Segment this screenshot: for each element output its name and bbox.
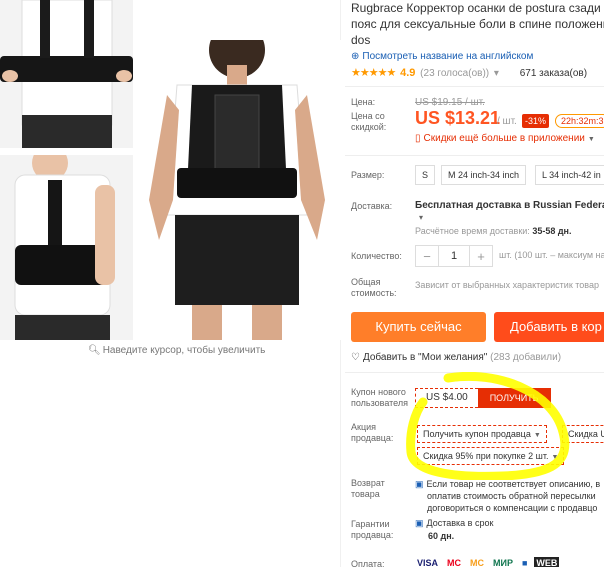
seller-coupon-dropdown[interactable]: Получить купон продавца ▼ [417,425,547,443]
price-unit: / шт. [497,116,517,127]
delivery-time-label: Расчётное время доставки: [415,226,530,236]
bank-card-icon: ■ [521,558,528,567]
globe-icon: ⊕ [351,51,360,62]
get-coupon-button[interactable]: ПОЛУЧИТЬ [477,388,551,408]
magnifier-icon: 🔍︎ [88,345,101,356]
shipping-selector[interactable]: Бесплатная доставка в Russian Federation [415,200,604,211]
guarantee-days: 60 дн. [428,531,455,541]
bulk-discount-dropdown[interactable]: Скидка 95% при покупке 2 шт. ▼ [417,447,565,465]
increase-button[interactable]: + [470,249,492,264]
payment-methods: VISA MC MC МИР ■ WEB [415,557,560,567]
chevron-down-icon: ▼ [551,454,559,461]
title-line-2: пояс для сексуальные боли в спине положе… [351,17,604,31]
total-note: Зависит от выбранных характеристик товар [415,280,599,290]
product-info-panel: Rugbrace Корректор осанки de postura сза… [345,0,604,567]
returns-info: ▣ Если товар не соответствует описанию, в… [415,478,604,514]
size-label: Размер: [351,170,385,180]
decrease-button[interactable]: − [416,249,438,264]
main-product-image[interactable] [137,40,342,340]
old-price: US $19.15 / шт. [415,97,485,108]
translate-link[interactable]: ⊕ Посмотреть название на английском [351,51,533,62]
new-user-coupon-label: Купон нового пользователя [351,387,408,408]
discount-price-label: Цена со скидкой: [351,111,387,132]
wishlist-button[interactable]: ♡ Добавить в "Мои желания" (283 добавили) [351,352,561,363]
seller-discount-dropdown[interactable]: Скидка U [562,425,604,443]
rating-value: 4.9 [400,67,416,79]
title-line-1: Rugbrace Корректор осанки de postura сза… [351,1,604,15]
shipping-value[interactable]: Бесплатная доставка в Russian Federation [415,200,604,211]
mir-icon: МИР [493,558,513,567]
heart-icon: ♡ [351,352,360,363]
bulk-discount-text[interactable]: Скидка 95% при покупке 2 шт. [423,451,548,461]
guarantee-info: ▣ Доставка в срок [415,518,493,529]
seller-coupon-text[interactable]: Получить купон продавца [423,429,531,439]
app-discount-text[interactable]: Скидки ещё больше в приложении [424,133,585,144]
seller-discount-text[interactable]: Скидка U [568,429,604,439]
chevron-down-icon[interactable]: ▾ [415,212,423,223]
divider [345,372,604,373]
price-label: Цена: [351,97,376,107]
countdown-timer: 22h:32m:3 [555,114,604,128]
translate-link-text[interactable]: Посмотреть название на английском [362,51,533,62]
chevron-down-icon: ▼ [587,136,595,143]
visa-icon: VISA [417,558,439,567]
thumbnail-front-belt[interactable] [0,0,133,148]
discount-badge: -31% [522,114,550,128]
chevron-down-icon: ▼ [533,432,541,439]
thumbnail-side-view[interactable] [0,155,133,340]
orders-count: 671 заказа(ов) [519,68,588,79]
new-user-coupon: US $4.00 ПОЛУЧИТЬ [415,388,551,408]
quantity-input[interactable]: 1 [438,246,470,266]
divider [345,86,604,87]
seller-promo-label: Акция продавца: [351,422,394,443]
returns-label: Возврат товара [351,478,385,499]
mastercard-icon: MC [447,558,462,567]
phone-icon: ▯ [415,133,421,144]
shield-icon: ▣ [415,518,424,528]
maestro-icon: MC [470,558,485,567]
buy-now-button[interactable]: Купить сейчас [351,312,486,342]
rating-row: ★★★★★ 4.9 (23 голоса(ов)) ▾ 671 заказа(о… [351,66,587,79]
shipping-label: Доставка: [351,201,393,211]
size-option-l[interactable]: L 34 inch-42 in [535,165,604,185]
delivery-time-value: 35-58 дн. [532,226,572,236]
product-title: Rugbrace Корректор осанки de postura сза… [351,0,604,48]
current-price: US $13.21 [415,108,501,128]
title-line-3: dos [351,33,371,47]
shield-icon: ▣ [415,479,424,489]
payment-label: Оплата: [351,559,385,567]
wishlist-count: (283 добавили) [490,352,562,363]
zoom-hint: 🔍︎ Наведите курсор, чтобы увеличить [88,345,265,356]
divider [345,155,604,156]
wishlist-text[interactable]: Добавить в "Мои желания" [363,352,487,363]
quantity-note: шт. (100 шт. – максиум на [499,250,604,260]
returns-line-3: договориться о компенсации с продавцо [427,503,598,513]
guarantee-value: Доставка в срок [426,518,494,528]
guarantee-label: Гарантии продавца: [351,519,394,540]
zoom-hint-text: Наведите курсор, чтобы увеличить [102,345,266,356]
chevron-down-icon[interactable]: ▾ [494,68,499,79]
add-to-cart-button[interactable]: Добавить в кор [494,312,604,342]
app-discount-link[interactable]: ▯ Скидки ещё больше в приложении ▼ [415,133,595,144]
votes-link[interactable]: (23 голоса(ов)) [420,68,489,79]
coupon-value: US $4.00 [415,388,478,408]
quantity-stepper: − 1 + [415,245,493,267]
total-label: Общая стоимость: [351,277,397,298]
image-gallery: 🔍︎ Наведите курсор, чтобы увеличить [0,0,345,567]
star-rating: ★★★★★ [351,67,396,79]
size-option-s[interactable]: S [415,165,436,185]
returns-line-2: оплатив стоимость обратной пересылки [427,491,596,501]
quantity-label: Количество: [351,251,402,261]
returns-line-1: Если товар не соответствует описанию, в [426,479,601,489]
delivery-time: Расчётное время доставки: 35-58 дн. [415,226,571,236]
webmoney-icon: WEB [534,557,560,567]
size-option-m[interactable]: M 24 inch-34 inch [441,165,527,185]
